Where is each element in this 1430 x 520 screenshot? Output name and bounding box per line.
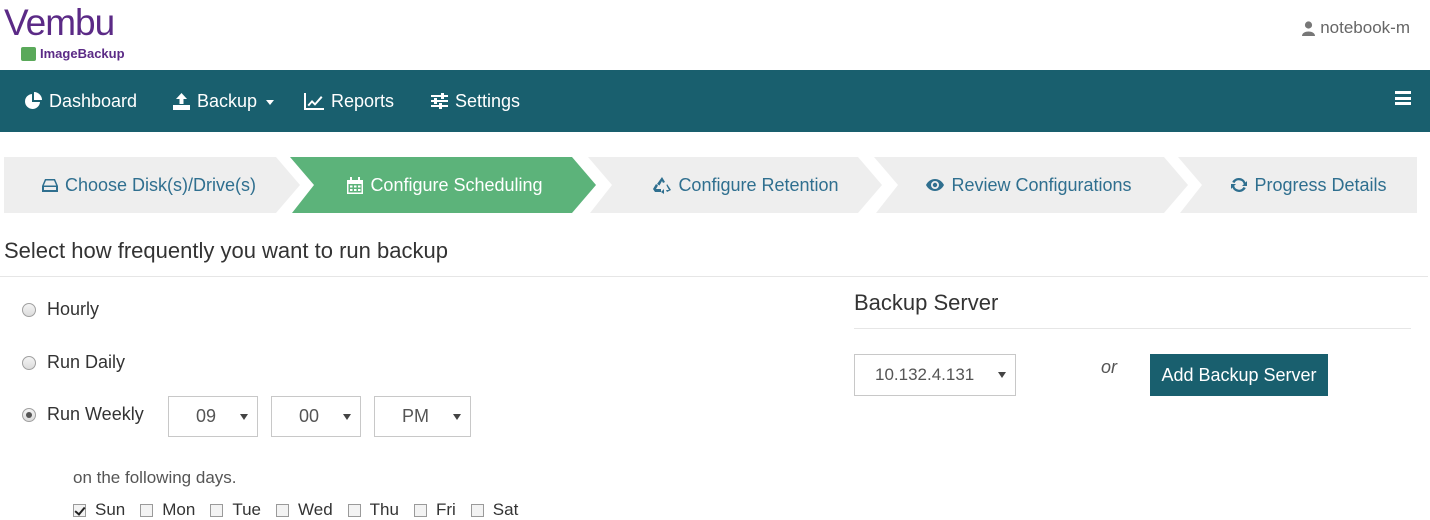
backup-server-value: 10.132.4.131 xyxy=(875,365,975,384)
nav-settings-label: Settings xyxy=(455,90,521,111)
vembu-logo[interactable]: Vembu ImageBackup xyxy=(4,2,134,66)
sat-label: Sat xyxy=(492,500,519,519)
hour-select[interactable]: 09 xyxy=(168,396,258,437)
day-sun[interactable]: Sun xyxy=(73,500,125,520)
logo-product: ImageBackup xyxy=(21,46,125,61)
step-configure-scheduling[interactable]: Configure Scheduling xyxy=(300,157,590,213)
option-run-weekly[interactable]: Run Weekly xyxy=(22,404,144,425)
run-daily-radio[interactable] xyxy=(22,355,36,370)
day-mon[interactable]: Mon xyxy=(140,500,195,520)
image-backup-icon xyxy=(21,46,36,61)
step-progress-details[interactable]: Progress Details xyxy=(1196,157,1422,213)
run-weekly-label: Run Weekly xyxy=(47,404,144,424)
upload-icon xyxy=(173,92,190,110)
nav-backup-label: Backup xyxy=(197,90,258,111)
day-fri[interactable]: Fri xyxy=(413,500,456,520)
schedule-title: Select how frequently you want to run ba… xyxy=(4,238,448,263)
schedule-divider xyxy=(0,276,1428,277)
mon-checkbox[interactable] xyxy=(140,503,154,517)
days-label: on the following days. xyxy=(73,468,237,487)
user-icon xyxy=(1302,20,1316,36)
nav-backup[interactable]: Backup xyxy=(173,70,275,132)
dropdown-arrow-icon xyxy=(343,414,351,420)
dropdown-arrow-icon xyxy=(240,414,248,420)
hourly-radio[interactable] xyxy=(22,302,36,317)
sun-checkbox[interactable] xyxy=(73,503,86,517)
nav-settings[interactable]: Settings xyxy=(431,70,520,132)
step-configure-retention[interactable]: Configure Retention xyxy=(598,157,894,213)
minute-value: 00 xyxy=(298,406,320,426)
logo-brand: Vembu xyxy=(4,2,115,43)
nav-dashboard-label: Dashboard xyxy=(49,90,138,111)
dropdown-arrow-icon xyxy=(453,414,461,420)
user-name: notebook-m xyxy=(1320,18,1410,37)
eye-icon xyxy=(926,179,945,191)
thu-label: Thu xyxy=(369,500,399,519)
top-header: Vembu ImageBackup notebook-m xyxy=(0,0,1430,70)
step-configure-scheduling-label: Configure Scheduling xyxy=(370,174,543,195)
fri-label: Fri xyxy=(435,500,456,519)
hour-value: 09 xyxy=(195,406,217,426)
caret-down-icon xyxy=(266,99,275,105)
backup-server-divider xyxy=(854,328,1411,329)
run-weekly-radio[interactable] xyxy=(22,407,36,422)
option-hourly[interactable]: Hourly xyxy=(22,299,99,320)
backup-server-select[interactable]: 10.132.4.131 xyxy=(854,354,1016,396)
ampm-value: PM xyxy=(402,406,429,426)
nav-reports-label: Reports xyxy=(331,90,395,111)
pie-chart-icon xyxy=(25,92,42,109)
day-tue[interactable]: Tue xyxy=(210,500,261,520)
step-configure-retention-label: Configure Retention xyxy=(678,174,839,195)
day-wed[interactable]: Wed xyxy=(276,500,333,520)
step-review-configurations[interactable]: Review Configurations xyxy=(884,157,1174,213)
run-daily-label: Run Daily xyxy=(47,352,126,372)
or-label: or xyxy=(1101,357,1118,377)
sat-checkbox[interactable] xyxy=(470,503,484,517)
thu-checkbox[interactable] xyxy=(347,503,361,517)
nav-reports[interactable]: Reports xyxy=(304,70,394,132)
dropdown-arrow-icon xyxy=(998,372,1006,378)
logo-product-label: ImageBackup xyxy=(40,46,125,61)
main-navbar: Dashboard Backup Reports Settings xyxy=(0,70,1430,132)
option-run-daily[interactable]: Run Daily xyxy=(22,352,125,373)
step-review-configurations-label: Review Configurations xyxy=(951,174,1132,195)
ampm-select[interactable]: PM xyxy=(374,396,471,437)
backup-server-title: Backup Server xyxy=(854,290,999,315)
recycle-icon xyxy=(653,176,672,194)
hdd-icon xyxy=(41,178,58,192)
wed-label: Wed xyxy=(298,500,333,519)
step-choose-disks-label: Choose Disk(s)/Drive(s) xyxy=(64,174,257,195)
hourly-label: Hourly xyxy=(47,299,100,319)
step-choose-disks[interactable]: Choose Disk(s)/Drive(s) xyxy=(4,157,294,213)
calendar-icon xyxy=(347,176,364,194)
nav-dashboard[interactable]: Dashboard xyxy=(24,70,137,132)
line-chart-icon xyxy=(304,92,324,110)
refresh-icon xyxy=(1231,177,1248,193)
mon-label: Mon xyxy=(162,500,196,519)
tue-checkbox[interactable] xyxy=(210,503,224,517)
day-thu[interactable]: Thu xyxy=(347,500,399,520)
wed-checkbox[interactable] xyxy=(276,503,289,517)
tue-label: Tue xyxy=(232,500,261,519)
fri-checkbox[interactable] xyxy=(413,503,427,517)
days-selector: Sun Mon Tue Wed Thu Fri Sat xyxy=(73,500,533,520)
sun-label: Sun xyxy=(95,500,126,519)
sliders-icon xyxy=(431,93,448,109)
add-backup-server-button[interactable]: Add Backup Server xyxy=(1150,354,1328,396)
step-progress-details-label: Progress Details xyxy=(1254,174,1387,195)
user-menu[interactable]: notebook-m xyxy=(1302,18,1410,38)
day-sat[interactable]: Sat xyxy=(470,500,519,520)
hamburger-icon[interactable] xyxy=(1395,91,1411,105)
minute-select[interactable]: 00 xyxy=(271,396,361,437)
